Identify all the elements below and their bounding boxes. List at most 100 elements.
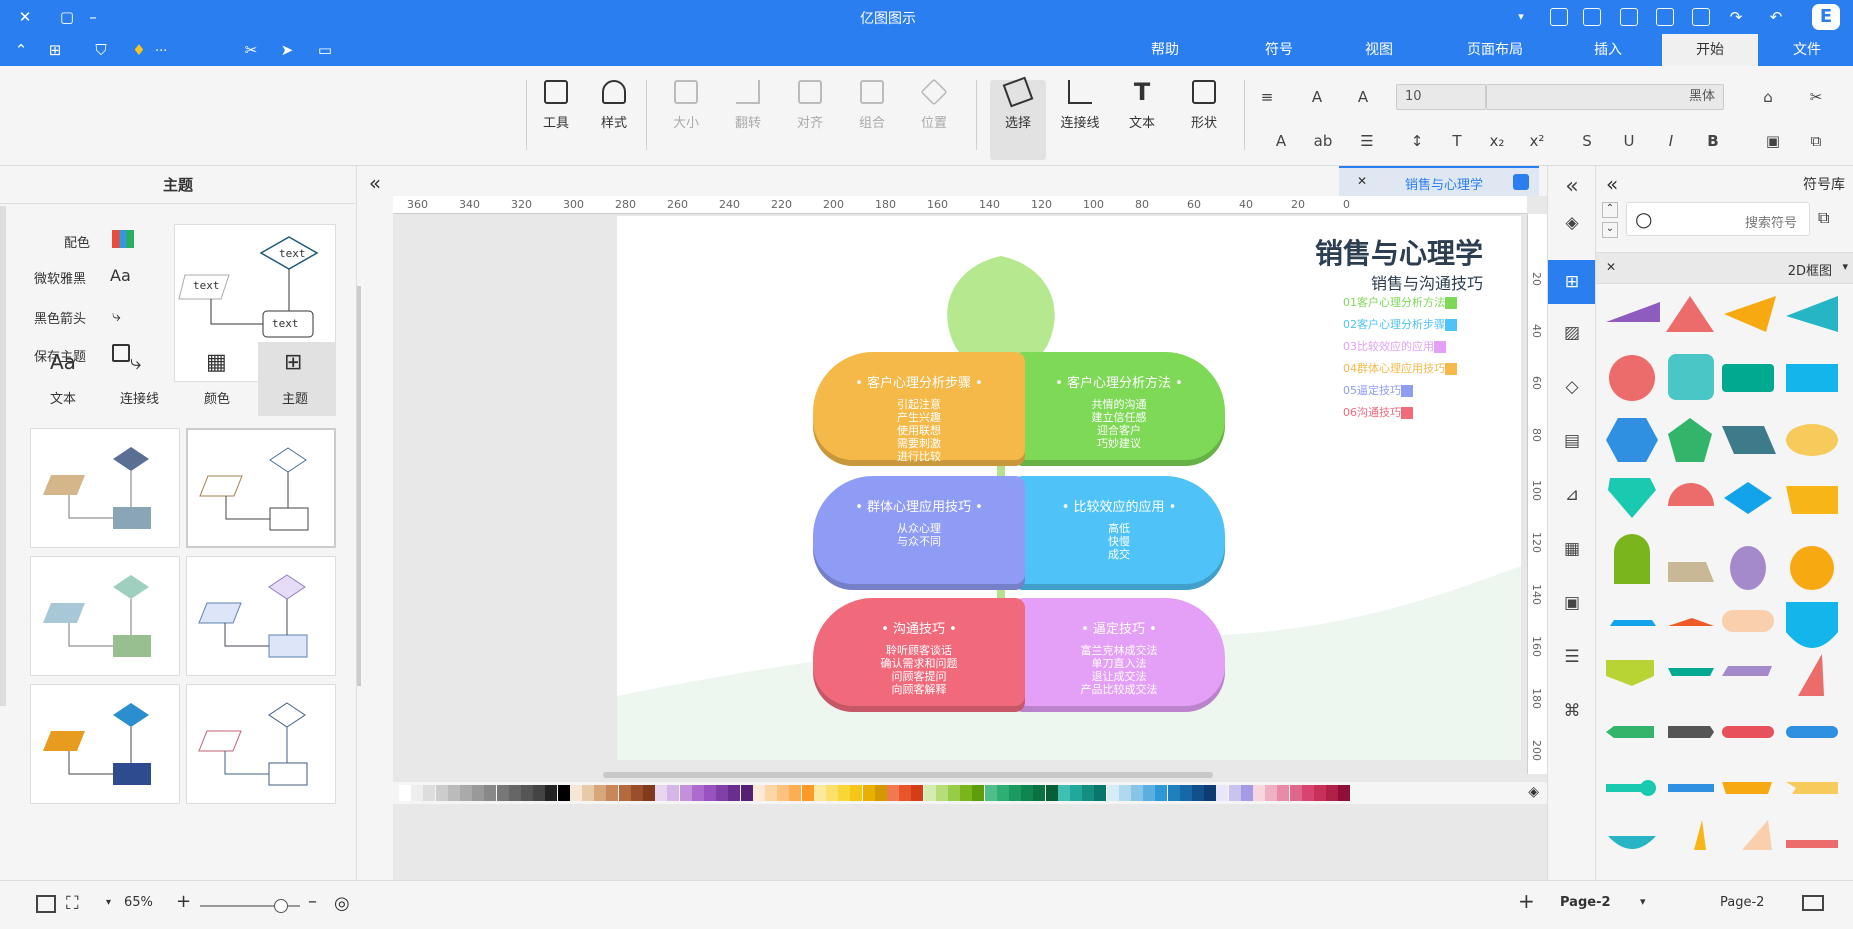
color-swatch[interactable] — [862, 785, 875, 801]
collapse-ribbon-icon[interactable]: ⌃ — [10, 39, 32, 61]
scroll-down-icon[interactable]: ⌄ — [1602, 222, 1618, 238]
select-button[interactable]: 选择 — [990, 76, 1046, 160]
color-swatch[interactable] — [887, 785, 899, 801]
leaf-6[interactable]: • 沟通技巧 • 聆听顾客谈话 确认需求和问题 问顾客提问 向顾客解释 — [813, 598, 1025, 714]
shape-arrow[interactable] — [1668, 726, 1714, 738]
maximize-icon[interactable]: ▢ — [56, 6, 78, 28]
color-swatch[interactable] — [1070, 785, 1082, 801]
shape-pentagon[interactable] — [1668, 418, 1712, 462]
text-button[interactable]: T 文本 — [1116, 80, 1168, 160]
color-swatch[interactable] — [972, 785, 985, 801]
shape-wedge[interactable] — [1694, 820, 1706, 850]
fit-page-icon[interactable] — [36, 895, 56, 913]
shape-flat[interactable] — [1610, 620, 1656, 626]
shape-bar[interactable] — [1786, 726, 1838, 738]
shape-triangle[interactable] — [1666, 296, 1714, 332]
theme-item-arrow[interactable]: ⤷ 黑色箭头 — [34, 306, 144, 327]
color-swatch[interactable] — [948, 785, 960, 801]
layers-icon[interactable]: ◇ — [1559, 374, 1585, 400]
color-swatch[interactable] — [447, 785, 460, 801]
color-swatch[interactable] — [752, 785, 765, 801]
color-swatch[interactable] — [850, 785, 863, 801]
collapse-icon[interactable]: « — [361, 168, 389, 198]
color-swatch[interactable] — [679, 785, 692, 801]
align-button[interactable]: 对齐 — [784, 80, 836, 160]
tab-text[interactable]: Aa 文本 — [24, 342, 102, 416]
shape-bar[interactable] — [1722, 782, 1772, 794]
menu-page-layout[interactable]: 页面布局 — [1450, 34, 1540, 66]
menu-view[interactable]: 视图 — [1344, 34, 1414, 66]
color-swatch[interactable] — [594, 785, 607, 801]
color-swatch[interactable] — [1314, 785, 1326, 801]
color-swatch[interactable] — [1118, 785, 1131, 801]
bullet-list-icon[interactable]: ☰ — [1356, 130, 1378, 152]
save-icon[interactable] — [1620, 8, 1638, 26]
color-swatch[interactable] — [1143, 785, 1156, 801]
color-swatch[interactable] — [496, 785, 509, 801]
color-swatch[interactable] — [777, 785, 790, 801]
shape-bar[interactable] — [1722, 726, 1774, 738]
strikethrough-icon[interactable]: S — [1576, 130, 1598, 152]
text-direction-icon[interactable]: T — [1446, 130, 1468, 152]
chevron-down-icon[interactable]: ▾ — [1640, 895, 1646, 908]
image-icon[interactable]: ▨ — [1559, 320, 1585, 346]
color-swatch[interactable] — [1167, 785, 1180, 801]
shape-hexagon[interactable] — [1606, 418, 1658, 462]
theme-thumbnail[interactable] — [30, 428, 180, 548]
line-spacing-icon[interactable]: ↕ — [1406, 130, 1428, 152]
tab-theme[interactable]: ⊞ 主题 — [258, 342, 336, 416]
leaf-4[interactable]: • 群体心理应用技巧 • 从众心理 与众不同 — [813, 476, 1025, 592]
font-size-select[interactable]: 10 — [1396, 84, 1486, 110]
close-icon[interactable]: ✕ — [14, 6, 36, 28]
theme-thumbnail[interactable] — [186, 684, 336, 804]
shape-flat[interactable] — [1668, 618, 1714, 626]
symbol-search-input[interactable]: ○ 搜索符号 — [1626, 202, 1810, 236]
shape-wedge[interactable] — [1798, 654, 1824, 696]
color-swatch[interactable] — [691, 785, 704, 801]
font-shrink-icon[interactable]: A — [1306, 86, 1328, 108]
shirt-icon[interactable]: ⛉ — [90, 39, 112, 61]
color-swatch[interactable] — [1277, 785, 1290, 801]
color-swatch[interactable] — [935, 785, 948, 801]
color-swatch[interactable] — [1228, 785, 1241, 801]
shape-bar[interactable] — [1606, 784, 1650, 792]
theme-thumbnail[interactable] — [30, 556, 180, 676]
shape-parallelogram[interactable] — [1722, 426, 1776, 454]
color-swatch[interactable] — [423, 785, 436, 801]
shape-diamond[interactable] — [1608, 478, 1656, 518]
dropdown-icon[interactable]: ▾ — [1510, 6, 1532, 28]
leaf-1[interactable]: • 客户心理分析方法 • 共情的沟通 建立信任感 迎合客户 巧妙建议 — [1013, 352, 1225, 468]
rotate-button[interactable]: 翻转 — [722, 80, 774, 160]
color-swatch[interactable] — [826, 785, 838, 801]
shape-semicircle[interactable] — [1668, 483, 1714, 506]
connector-button[interactable]: 连接线 — [1054, 80, 1106, 160]
shape-triangle[interactable] — [1606, 302, 1660, 322]
theme-thumbnail[interactable] — [186, 428, 336, 548]
expand-icon[interactable]: « — [1606, 172, 1618, 196]
color-swatch[interactable] — [521, 785, 533, 801]
document-tab[interactable]: ✕ 销售与心理学 — [1339, 166, 1539, 196]
open-icon[interactable] — [1656, 8, 1674, 26]
chart-icon[interactable]: ⊿ — [1559, 482, 1585, 508]
size-button[interactable]: 大小 — [660, 80, 712, 160]
library-icon[interactable]: ⧉ — [1818, 208, 1829, 228]
scissors-icon[interactable]: ✂ — [240, 39, 262, 61]
color-swatch[interactable] — [740, 785, 753, 801]
color-swatch[interactable] — [618, 785, 631, 801]
scroll-up-icon[interactable]: ⌃ — [1602, 202, 1618, 218]
italic-icon[interactable]: I — [1660, 130, 1682, 152]
shape-flower[interactable] — [1790, 546, 1834, 590]
shape-diamond[interactable] — [1724, 482, 1772, 514]
shape-triangle[interactable] — [1724, 296, 1776, 332]
copy-icon[interactable]: ⧉ — [1805, 130, 1827, 152]
color-swatch[interactable] — [960, 785, 973, 801]
color-swatch[interactable] — [899, 785, 912, 801]
highlight-icon[interactable]: ab — [1312, 130, 1334, 152]
style-button[interactable]: 样式 — [588, 80, 640, 160]
timeline-icon[interactable]: ☰ — [1559, 644, 1585, 670]
tools-button[interactable]: 工具 — [530, 80, 582, 160]
color-swatch[interactable] — [1057, 785, 1070, 801]
color-swatch[interactable] — [1033, 785, 1046, 801]
color-swatch[interactable] — [1326, 785, 1339, 801]
font-color-icon[interactable]: A — [1270, 130, 1292, 152]
